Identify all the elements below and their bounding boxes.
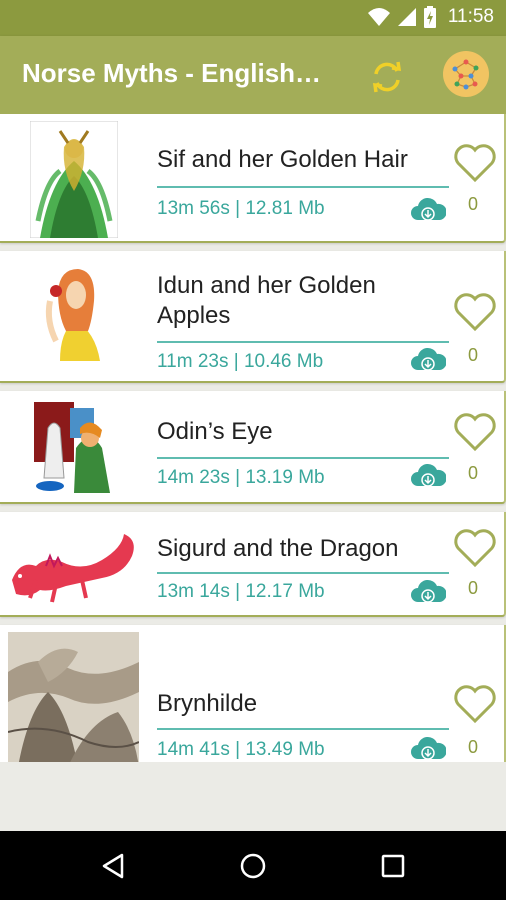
heart-icon[interactable] <box>452 411 498 453</box>
heart-icon[interactable] <box>452 291 498 333</box>
refresh-button[interactable] <box>366 56 408 98</box>
divider <box>157 341 449 343</box>
app-bar: Norse Myths - English… <box>0 36 506 114</box>
cloud-download-icon[interactable] <box>410 733 446 762</box>
like-count: 0 <box>467 463 478 483</box>
story-card[interactable]: Brynhilde 14m 41s | 13.49 Mb 0 <box>0 625 506 762</box>
odin-thumbnail <box>30 398 118 498</box>
wifi-icon <box>367 8 390 26</box>
story-list[interactable]: Sif and her Golden Hair 13m 56s | 12.81 … <box>0 114 506 762</box>
status-bar: 11:58 <box>0 0 506 36</box>
ball-button[interactable] <box>443 51 489 97</box>
brynhilde-thumbnail <box>8 632 139 762</box>
like-count: 0 <box>467 578 478 598</box>
story-card[interactable]: Sigurd and the Dragon 13m 14s | 12.17 Mb… <box>0 512 506 617</box>
heart-icon[interactable] <box>452 683 498 725</box>
status-time: 11:58 <box>447 6 494 27</box>
status-icons: 11:58 <box>367 6 494 28</box>
story-meta: 14m 41s | 13.49 Mb <box>157 739 325 760</box>
app-title: Norse Myths - English… <box>22 58 322 88</box>
like-count: 0 <box>467 345 478 365</box>
story-card[interactable]: Idun and her Golden Apples 11m 23s | 10.… <box>0 251 506 383</box>
story-card[interactable]: Sif and her Golden Hair 13m 56s | 12.81 … <box>0 114 506 243</box>
signal-icon <box>397 8 416 26</box>
idun-thumbnail <box>40 261 110 373</box>
cloud-download-icon[interactable] <box>410 194 446 224</box>
divider <box>157 572 449 574</box>
heart-icon[interactable] <box>452 527 498 569</box>
sif-thumbnail <box>30 121 118 238</box>
battery-charging-icon <box>423 6 436 28</box>
cloud-download-icon[interactable] <box>410 344 446 374</box>
story-meta: 14m 23s | 13.19 Mb <box>157 467 325 488</box>
home-icon[interactable] <box>238 851 268 881</box>
story-title: Sigurd and the Dragon <box>157 535 399 562</box>
refresh-icon <box>372 61 402 93</box>
story-card[interactable]: Odin’s Eye 14m 23s | 13.19 Mb 0 <box>0 391 506 504</box>
story-title: Brynhilde <box>157 690 258 717</box>
dragon-thumbnail <box>6 520 144 608</box>
divider <box>157 186 449 188</box>
story-meta: 13m 56s | 12.81 Mb <box>157 198 325 219</box>
story-title: Odin’s Eye <box>157 418 273 445</box>
recents-icon[interactable] <box>378 851 408 881</box>
like-count: 0 <box>467 737 478 757</box>
like-count: 0 <box>467 194 478 214</box>
heart-icon[interactable] <box>452 142 498 184</box>
navigation-bar <box>0 831 506 900</box>
ball-icon <box>452 59 479 90</box>
story-title: Idun and her Golden Apples <box>157 272 376 329</box>
cloud-download-icon[interactable] <box>410 576 446 606</box>
story-meta: 11m 23s | 10.46 Mb <box>157 351 324 372</box>
story-title: Sif and her Golden Hair <box>157 146 408 173</box>
divider <box>157 457 449 459</box>
cloud-download-icon[interactable] <box>410 460 446 490</box>
back-icon[interactable] <box>98 851 128 881</box>
divider <box>157 728 449 730</box>
story-meta: 13m 14s | 12.17 Mb <box>157 581 325 602</box>
